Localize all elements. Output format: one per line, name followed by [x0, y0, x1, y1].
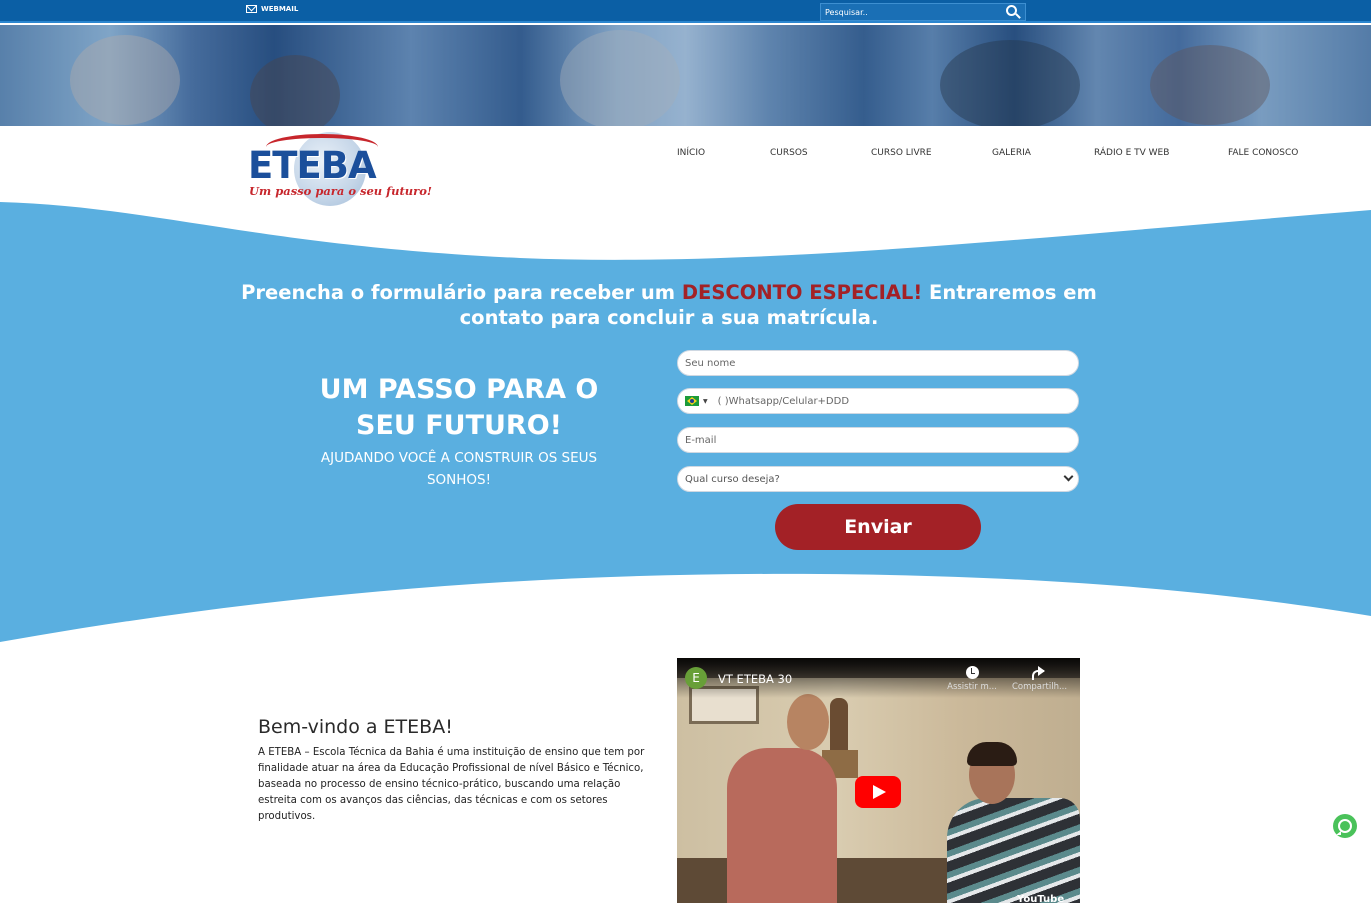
search-icon[interactable]	[1005, 5, 1021, 20]
logo-name: ETEBA	[248, 144, 377, 187]
name-field-wrapper	[677, 350, 1079, 376]
nav-item-inicio[interactable]: INÍCIO	[677, 148, 705, 158]
search-input[interactable]	[821, 7, 1001, 17]
chevron-down-icon[interactable]: ▼	[703, 398, 708, 405]
submit-button[interactable]: Enviar	[775, 504, 981, 550]
share-label: Compartilh...	[1012, 682, 1068, 692]
brazil-flag-icon[interactable]	[685, 396, 699, 406]
nav-item-cursos[interactable]: CURSOS	[770, 148, 808, 158]
hero-wave-background	[0, 202, 1371, 642]
email-field-wrapper	[677, 427, 1079, 453]
hero-slogan-subtitle: AJUDANDO VOCÊ A CONSTRUIR OS SEUS SONHOS…	[320, 450, 598, 488]
watch-later-button[interactable]: Assistir m...	[946, 666, 998, 692]
clock-icon	[965, 666, 979, 679]
mail-icon	[246, 5, 257, 13]
phone-field-wrapper: ▼	[677, 388, 1079, 414]
nav-item-fale-conosco[interactable]: FALE CONOSCO	[1228, 148, 1298, 158]
video-title[interactable]: VT ETEBA 30	[718, 672, 792, 686]
video-scene-person	[727, 748, 837, 903]
play-icon[interactable]	[855, 776, 901, 808]
webmail-link[interactable]: WEBMAIL	[246, 5, 298, 13]
nav-item-radio-tv-web[interactable]: RÁDIO E TV WEB	[1094, 148, 1169, 158]
course-select-wrapper: Qual curso deseja?	[677, 466, 1079, 492]
whatsapp-icon[interactable]	[1333, 814, 1357, 838]
video-scene-person-hair	[967, 742, 1017, 766]
hero-headline: Preencha o formulário para receber um DE…	[236, 280, 1102, 330]
course-select[interactable]: Qual curso deseja?	[685, 473, 1078, 485]
watch-later-label: Assistir m...	[947, 682, 997, 692]
webmail-label: WEBMAIL	[261, 5, 299, 13]
youtube-video-embed[interactable]: E VT ETEBA 30 Assistir m... Compartilh..…	[677, 658, 1080, 903]
video-scene-statue	[830, 698, 848, 752]
nav-item-curso-livre[interactable]: CURSO LIVRE	[871, 148, 932, 158]
share-button[interactable]: Compartilh...	[1012, 666, 1068, 692]
email-input[interactable]	[685, 434, 1078, 446]
search-box	[820, 3, 1026, 21]
share-icon	[1031, 666, 1045, 680]
name-input[interactable]	[685, 357, 1078, 369]
header-banner-image	[0, 25, 1371, 126]
headline-part-1: Preencha o formulário para receber um	[241, 281, 682, 304]
welcome-title: Bem-vindo a ETEBA!	[258, 716, 453, 738]
channel-avatar[interactable]: E	[685, 667, 707, 689]
welcome-text: A ETEBA – Escola Técnica da Bahia é uma …	[258, 747, 645, 822]
youtube-logo[interactable]: YouTube	[1017, 894, 1064, 903]
video-scene-person-head	[787, 694, 829, 750]
hero-slogan: UM PASSO PARA O SEU FUTURO!	[319, 374, 599, 441]
headline-highlight: DESCONTO ESPECIAL!	[681, 281, 923, 304]
top-bar: WEBMAIL	[0, 0, 1371, 23]
video-scene-person	[947, 798, 1080, 903]
phone-input[interactable]	[717, 395, 1078, 407]
nav-item-galeria[interactable]: GALERIA	[992, 148, 1031, 158]
